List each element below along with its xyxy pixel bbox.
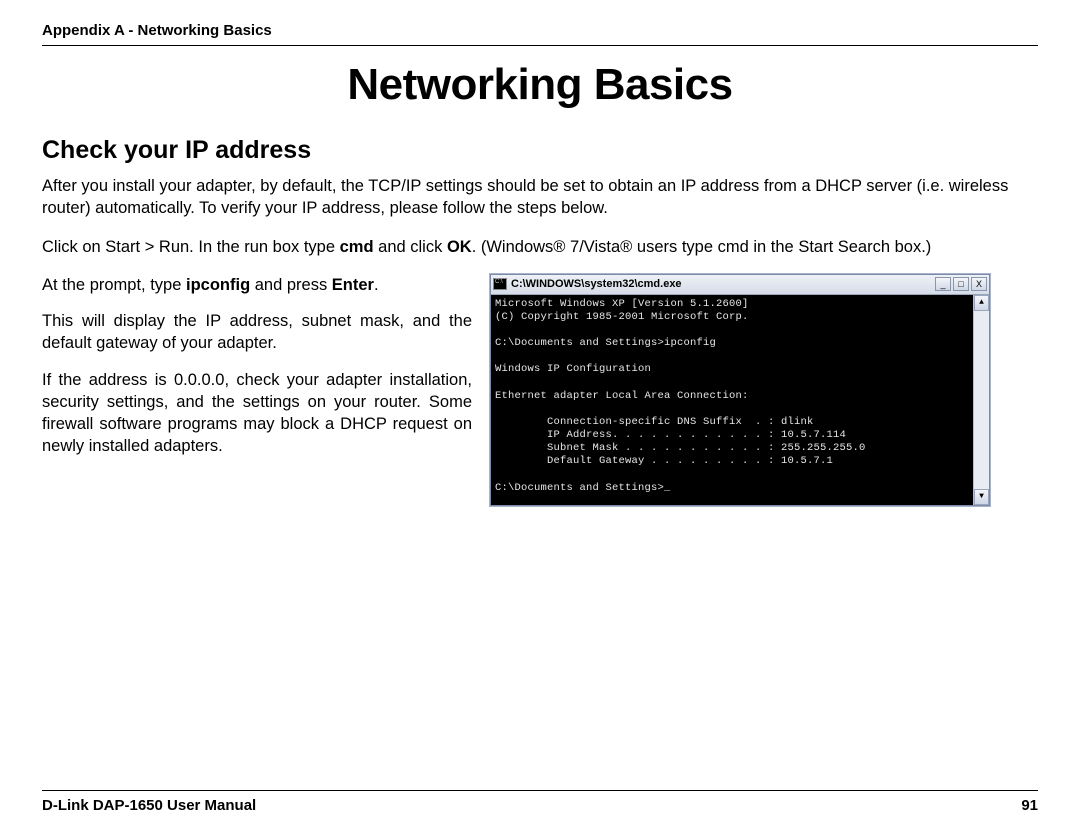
close-button[interactable]: X bbox=[971, 277, 987, 291]
cmd-line: IP Address. . . . . . . . . . . . : 10.5… bbox=[495, 429, 846, 441]
enter-bold: Enter bbox=[332, 276, 374, 294]
text: At the prompt, type bbox=[42, 276, 186, 294]
cmd-body-wrap: Microsoft Windows XP [Version 5.1.2600] … bbox=[491, 295, 989, 505]
cmd-line: C:\Documents and Settings>_ bbox=[495, 482, 671, 494]
header-breadcrumb: Appendix A - Networking Basics bbox=[42, 22, 1038, 46]
cmd-bold: cmd bbox=[340, 238, 374, 256]
cmd-output: Microsoft Windows XP [Version 5.1.2600] … bbox=[491, 295, 973, 505]
cmd-line: (C) Copyright 1985-2001 Microsoft Corp. bbox=[495, 311, 749, 323]
cmd-icon bbox=[493, 278, 507, 290]
cmd-line: Default Gateway . . . . . . . . . : 10.5… bbox=[495, 455, 833, 467]
text: and press bbox=[250, 276, 332, 294]
text: . (Windows® 7/Vista® users type cmd in t… bbox=[472, 238, 932, 256]
ipconfig-bold: ipconfig bbox=[186, 276, 250, 294]
section-heading: Check your IP address bbox=[42, 136, 1038, 165]
scroll-down-button[interactable]: ▼ bbox=[974, 489, 989, 505]
scroll-up-button[interactable]: ▲ bbox=[974, 295, 989, 311]
cmd-title-text: C:\WINDOWS\system32\cmd.exe bbox=[511, 278, 935, 290]
intro-paragraph: After you install your adapter, by defau… bbox=[42, 175, 1038, 220]
text: and click bbox=[374, 238, 447, 256]
window-buttons: _ □ X bbox=[935, 277, 987, 291]
footer-page-number: 91 bbox=[1021, 797, 1038, 814]
footer-manual-name: D-Link DAP-1650 User Manual bbox=[42, 797, 256, 814]
cmd-line: Windows IP Configuration bbox=[495, 363, 651, 375]
cmd-line: Connection-specific DNS Suffix . : dlink bbox=[495, 416, 814, 428]
minimize-button[interactable]: _ bbox=[935, 277, 951, 291]
maximize-button[interactable]: □ bbox=[953, 277, 969, 291]
text: . bbox=[374, 276, 379, 294]
display-paragraph: This will display the IP address, subnet… bbox=[42, 310, 472, 355]
prompt-instruction: At the prompt, type ipconfig and press E… bbox=[42, 274, 472, 296]
cmd-line: C:\Documents and Settings>ipconfig bbox=[495, 337, 716, 349]
ok-bold: OK bbox=[447, 238, 472, 256]
content-columns: At the prompt, type ipconfig and press E… bbox=[42, 274, 1038, 506]
cmd-line: Subnet Mask . . . . . . . . . . . : 255.… bbox=[495, 442, 866, 454]
zero-address-paragraph: If the address is 0.0.0.0, check your ad… bbox=[42, 369, 472, 458]
cmd-titlebar: C:\WINDOWS\system32\cmd.exe _ □ X bbox=[491, 275, 989, 295]
page-footer: D-Link DAP-1650 User Manual 91 bbox=[42, 790, 1038, 814]
cmd-line: Ethernet adapter Local Area Connection: bbox=[495, 390, 749, 402]
run-instruction: Click on Start > Run. In the run box typ… bbox=[42, 236, 1038, 258]
left-column: At the prompt, type ipconfig and press E… bbox=[42, 274, 472, 472]
text: Click on Start > Run. In the run box typ… bbox=[42, 238, 340, 256]
page-title: Networking Basics bbox=[42, 60, 1038, 110]
cmd-scrollbar[interactable]: ▲ ▼ bbox=[973, 295, 989, 505]
cmd-window: C:\WINDOWS\system32\cmd.exe _ □ X Micros… bbox=[490, 274, 990, 506]
cmd-line: Microsoft Windows XP [Version 5.1.2600] bbox=[495, 298, 749, 310]
right-column: C:\WINDOWS\system32\cmd.exe _ □ X Micros… bbox=[490, 274, 1038, 506]
